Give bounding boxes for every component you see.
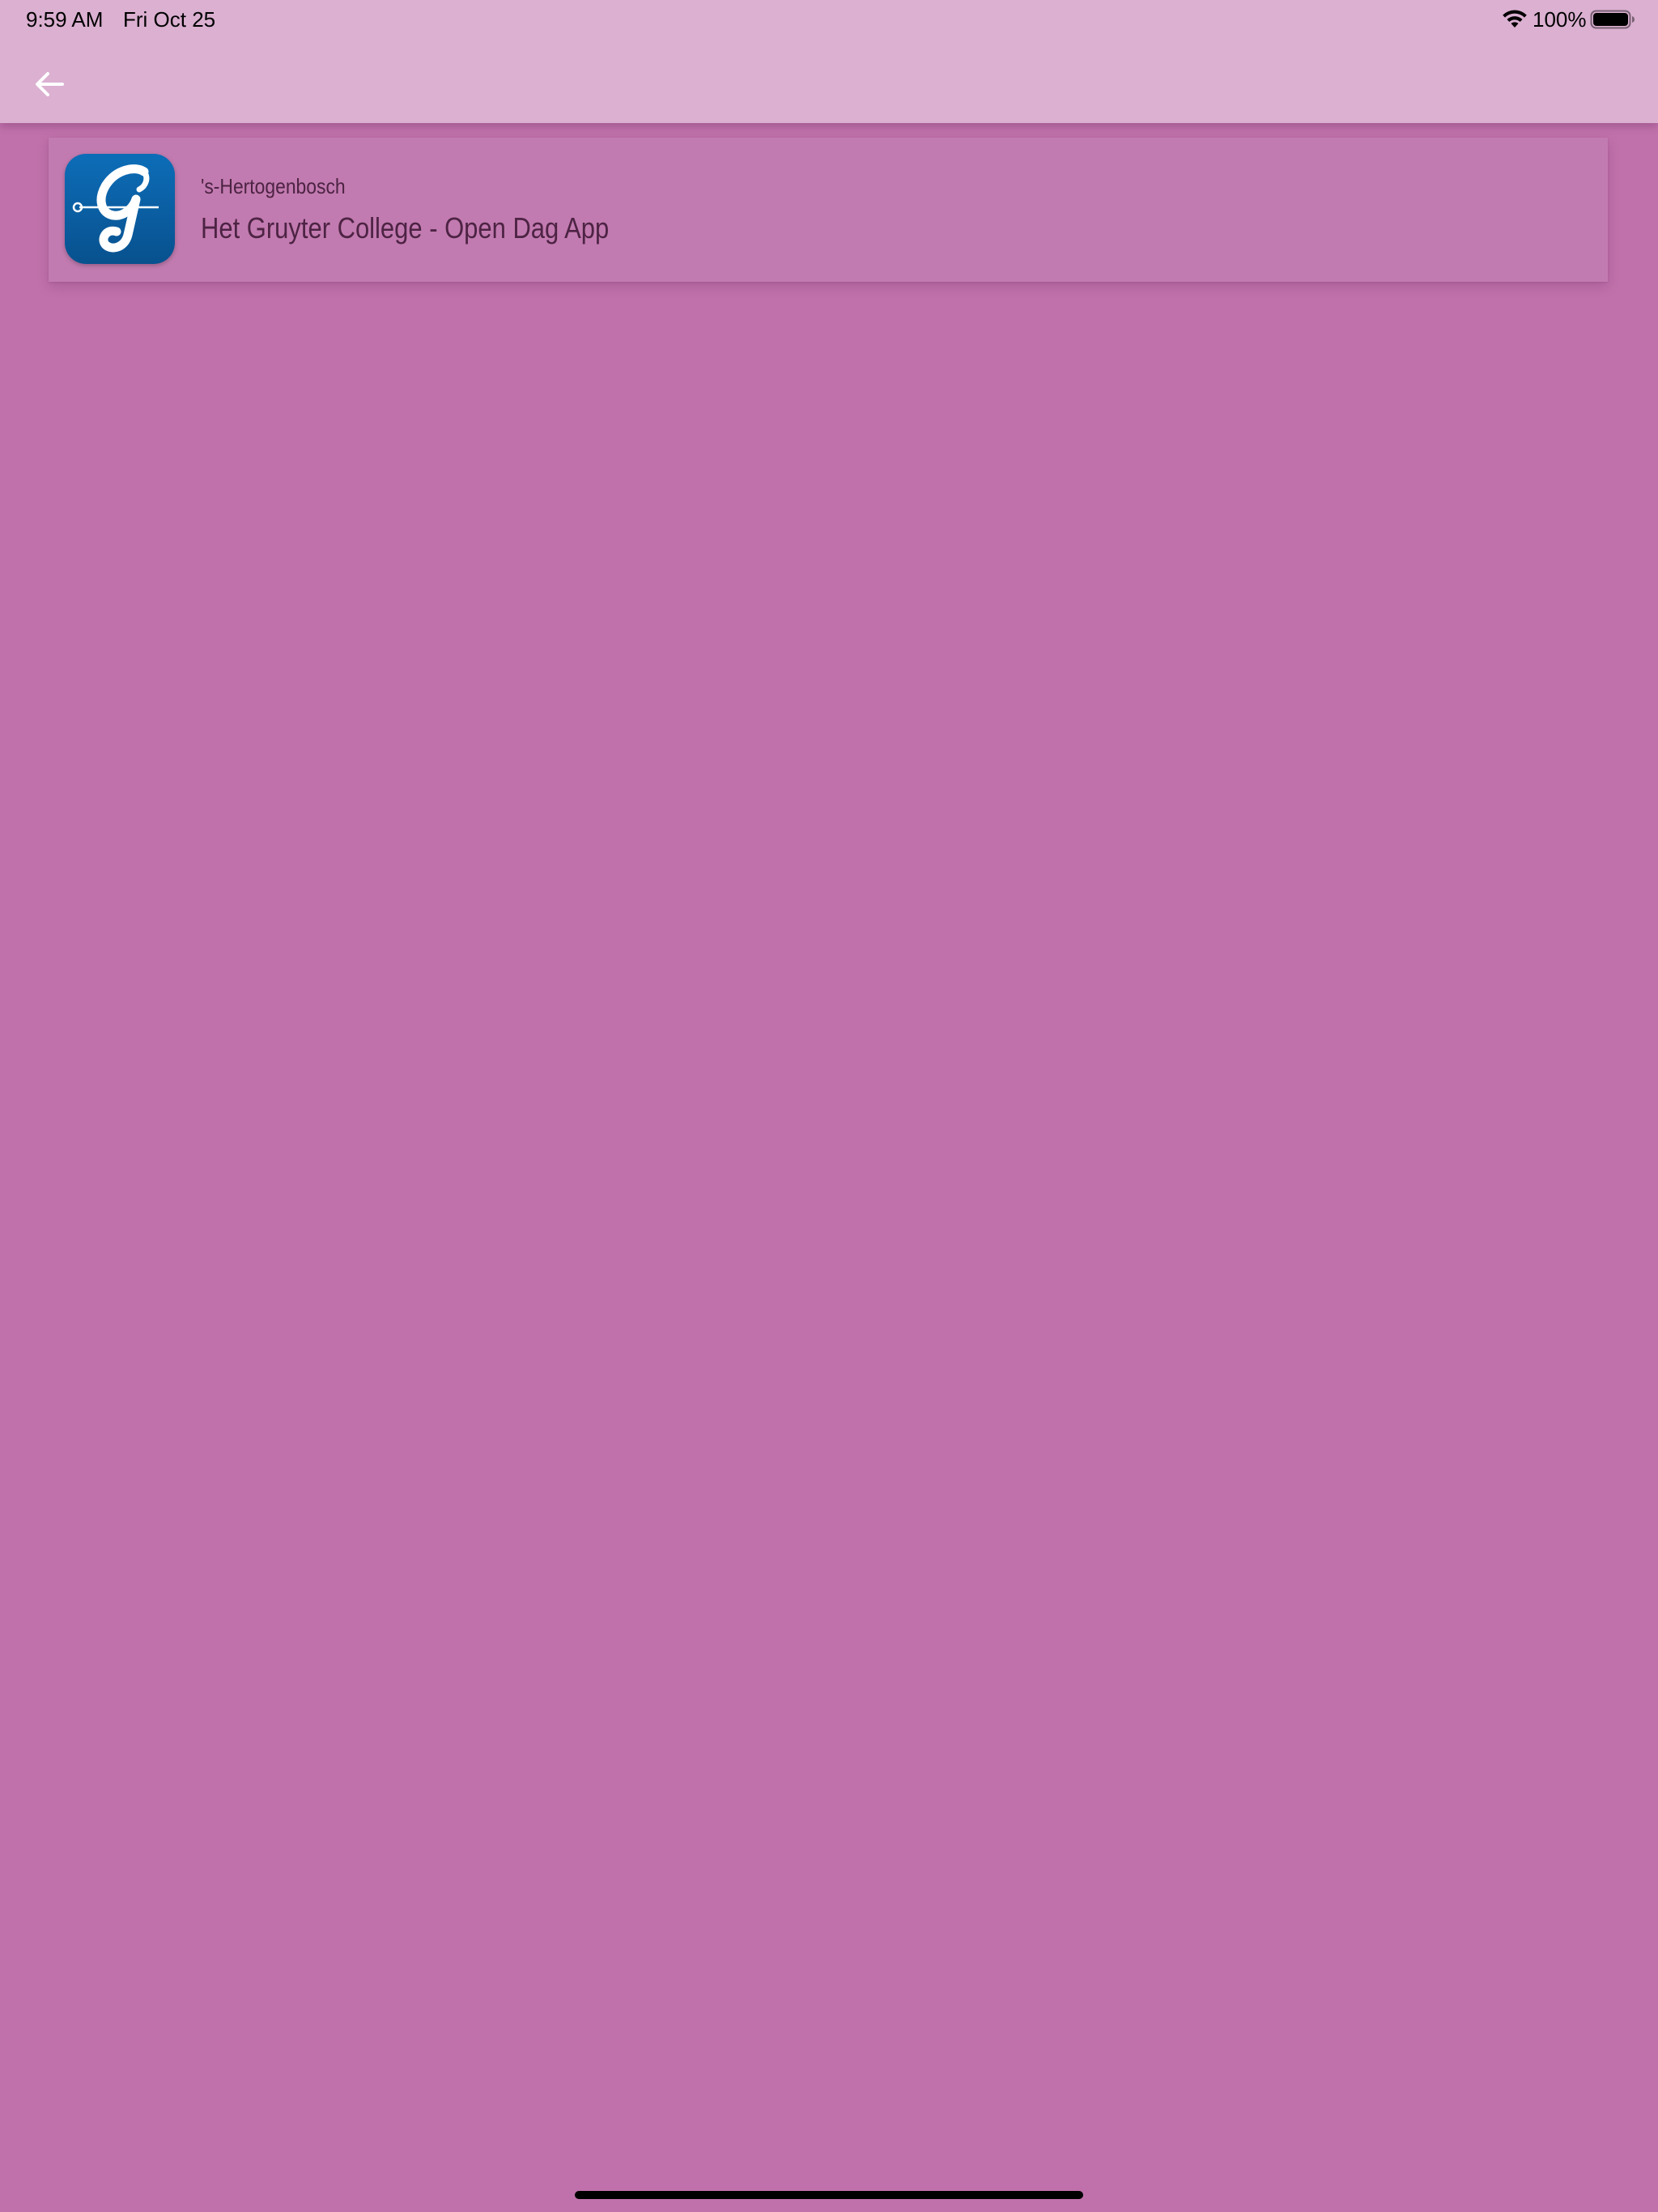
list-item-title: Het Gruyter College - Open Dag App: [201, 211, 610, 245]
status-time: 9:59 AM: [26, 7, 104, 32]
arrow-left-icon: [33, 68, 66, 104]
list-item[interactable]: 's-Hertogenbosch Het Gruyter College - O…: [49, 138, 1608, 282]
wifi-icon: [1501, 8, 1528, 29]
top-bar: 9:59 AM Fri Oct 25 100%: [0, 0, 1658, 123]
school-app-logo: [65, 154, 175, 264]
battery-icon: [1590, 9, 1635, 30]
status-date: Fri Oct 25: [123, 7, 216, 32]
list-item-subtitle: 's-Hertogenbosch: [201, 174, 346, 198]
back-button[interactable]: [23, 62, 76, 110]
home-indicator[interactable]: [575, 2191, 1083, 2199]
battery-percent: 100%: [1533, 7, 1587, 32]
